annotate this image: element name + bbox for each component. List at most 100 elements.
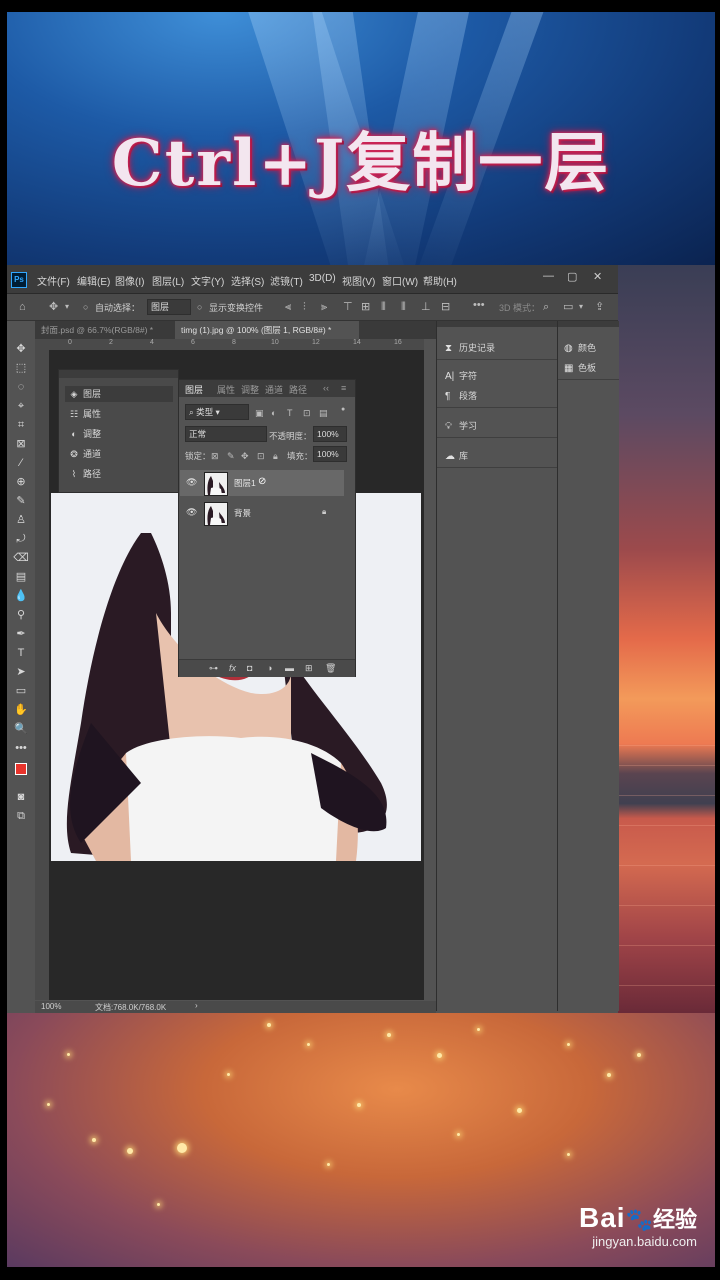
add-mask-icon[interactable]: ◘ xyxy=(247,663,252,673)
distribute-v-icon[interactable]: ⊥ xyxy=(421,301,431,313)
tab-channels[interactable]: 通道 xyxy=(265,383,283,396)
path-select-tool-icon[interactable]: ➤ xyxy=(13,664,29,680)
hand-tool-icon[interactable]: ✋ xyxy=(13,702,29,718)
layer-filter-dropdown[interactable]: ⌕ 类型 ▾ xyxy=(185,404,249,420)
rectangle-tool-icon[interactable]: ▭ xyxy=(13,683,29,699)
distribute-spacing-icon[interactable]: ⊟ xyxy=(441,301,450,313)
edit-toolbar-icon[interactable]: ••• xyxy=(13,740,29,756)
history-brush-tool-icon[interactable]: ⤾ xyxy=(13,531,29,547)
delete-layer-icon[interactable]: 🗑︎ xyxy=(325,663,336,674)
layer-row-background[interactable]: 👁︎ 背景 🔒︎ xyxy=(180,500,344,526)
mini-item-properties[interactable]: ☷ 属性 xyxy=(65,406,173,422)
quick-select-tool-icon[interactable]: ⌖ xyxy=(13,398,29,414)
chevron-down-icon[interactable]: ▾ xyxy=(65,301,69,313)
panel-dock-bar[interactable] xyxy=(437,321,557,327)
share-icon[interactable]: ⇪ xyxy=(595,301,604,313)
panel-library[interactable]: ☁︎ 库 xyxy=(445,449,468,462)
workspace-icon[interactable]: ▭ xyxy=(563,301,573,313)
lock-pixels-icon[interactable]: ✎ xyxy=(227,450,235,462)
blur-tool-icon[interactable]: 💧 xyxy=(13,588,29,604)
foreground-color-swatch[interactable] xyxy=(15,763,27,775)
auto-select-checkbox[interactable]: ○ xyxy=(83,301,88,313)
menu-3d[interactable]: 3D(D) xyxy=(309,273,336,284)
menu-image[interactable]: 图像(I) xyxy=(115,273,144,288)
more-options-icon[interactable]: ••• xyxy=(473,299,485,311)
link-layers-icon[interactable]: ⊶ xyxy=(209,663,218,674)
menu-layer[interactable]: 图层(L) xyxy=(152,273,184,288)
layer-row-layer1[interactable]: 👁︎ 图层1 ⊘ xyxy=(180,470,344,496)
lock-artboard-icon[interactable]: ⊡ xyxy=(257,450,265,462)
opacity-input[interactable]: 100% xyxy=(313,426,347,442)
visibility-eye-icon[interactable]: 👁︎ xyxy=(186,477,197,488)
align-left-icon[interactable]: ⫷ xyxy=(285,301,291,313)
menu-select[interactable]: 选择(S) xyxy=(231,273,264,288)
panel-dock-bar[interactable] xyxy=(558,321,619,327)
tab-paths[interactable]: 路径 xyxy=(289,383,307,396)
filter-smart-icon[interactable]: ▤ xyxy=(319,407,328,419)
distribute-icon[interactable]: ⦀ xyxy=(381,301,386,313)
blend-mode-dropdown[interactable]: 正常 xyxy=(185,426,267,442)
lasso-tool-icon[interactable]: ◌ xyxy=(13,379,29,395)
fill-input[interactable]: 100% xyxy=(313,446,347,462)
mini-item-paths[interactable]: ⌇ 路径 xyxy=(65,466,173,482)
lock-position-icon[interactable]: ✥ xyxy=(241,450,249,462)
dodge-tool-icon[interactable]: ⚲ xyxy=(13,607,29,623)
tab-cover-psd[interactable]: 封面.psd @ 66.7%(RGB/8#) * xyxy=(35,321,177,339)
mini-item-adjustments[interactable]: ◐ 调整 xyxy=(65,426,173,442)
filter-pixel-icon[interactable]: ▣ xyxy=(255,407,264,419)
close-button[interactable]: ✕ xyxy=(593,270,602,283)
type-tool-icon[interactable]: T xyxy=(13,645,29,661)
visibility-eye-icon[interactable]: 👁︎ xyxy=(186,507,197,518)
workspace-chevron-icon[interactable]: ▾ xyxy=(579,301,583,313)
new-group-icon[interactable]: ▬ xyxy=(285,663,294,673)
menu-edit[interactable]: 编辑(E) xyxy=(77,273,110,288)
quick-mask-icon[interactable]: ◙ xyxy=(13,789,29,805)
filter-adjust-icon[interactable]: ◐ xyxy=(271,407,276,419)
panel-color[interactable]: ◍ 颜色 xyxy=(564,341,596,354)
gradient-tool-icon[interactable]: ▤ xyxy=(13,569,29,585)
healing-brush-tool-icon[interactable]: ⊕ xyxy=(13,474,29,490)
lock-all-icon[interactable]: 🔒︎ xyxy=(273,450,278,462)
filter-type-icon[interactable]: T xyxy=(287,407,293,419)
menu-window[interactable]: 窗口(W) xyxy=(382,273,418,288)
home-icon[interactable]: ⌂ xyxy=(19,301,26,313)
align-right-icon[interactable]: ⫸ xyxy=(321,301,327,313)
panel-menu-icon[interactable]: ≡ xyxy=(341,383,346,393)
panel-history[interactable]: ⧗ 历史记录 xyxy=(445,341,495,354)
eyedropper-tool-icon[interactable]: ⁄ xyxy=(13,455,29,471)
auto-select-dropdown[interactable]: 图层 xyxy=(147,299,191,315)
filter-toggle-icon[interactable]: ● xyxy=(341,404,345,416)
tab-layers[interactable]: 图层 xyxy=(185,383,203,396)
eraser-tool-icon[interactable]: ⌫ xyxy=(13,550,29,566)
fx-icon[interactable]: fx xyxy=(229,663,236,673)
filter-shape-icon[interactable]: ⊡ xyxy=(303,407,311,419)
collapse-icon[interactable]: ‹‹ xyxy=(323,383,329,393)
panel-character[interactable]: A| 字符 xyxy=(445,369,477,382)
panel-swatches[interactable]: ▦ 色板 xyxy=(564,361,596,374)
pen-tool-icon[interactable]: ✒ xyxy=(13,626,29,642)
brush-tool-icon[interactable]: ✎ xyxy=(13,493,29,509)
maximize-button[interactable]: ▢ xyxy=(567,270,577,283)
marquee-tool-icon[interactable]: ⬚ xyxy=(13,360,29,376)
screen-mode-icon[interactable]: ⧉ xyxy=(13,808,29,824)
tab-adjustments[interactable]: 调整 xyxy=(241,383,259,396)
menu-type[interactable]: 文字(Y) xyxy=(191,273,224,288)
status-chevron-icon[interactable]: › xyxy=(195,1001,198,1010)
align-top-icon[interactable]: ⊤ xyxy=(343,301,353,313)
zoom-tool-icon[interactable]: 🔍 xyxy=(13,721,29,737)
panel-learn[interactable]: 💡︎ 学习 xyxy=(445,419,477,432)
panel-drag-bar[interactable] xyxy=(59,370,178,378)
frame-tool-icon[interactable]: ⊠ xyxy=(13,436,29,452)
align-center-icon[interactable]: ⫶ xyxy=(303,301,306,313)
distribute-h-icon[interactable]: ⦀ xyxy=(401,301,406,313)
show-transform-checkbox[interactable]: ○ xyxy=(197,301,202,313)
mini-item-layers[interactable]: ◈ 图层 xyxy=(65,386,173,402)
menu-view[interactable]: 视图(V) xyxy=(342,273,375,288)
panel-paragraph[interactable]: ¶ 段落 xyxy=(445,389,477,402)
move-tool-icon[interactable]: ✥ xyxy=(49,301,58,313)
tab-properties[interactable]: 属性 xyxy=(217,383,235,396)
menu-file[interactable]: 文件(F) xyxy=(37,273,70,288)
new-layer-icon[interactable]: ⊞ xyxy=(305,663,313,674)
new-adjustment-icon[interactable]: ◑ xyxy=(267,663,272,673)
crop-tool-icon[interactable]: ⌗ xyxy=(13,417,29,433)
